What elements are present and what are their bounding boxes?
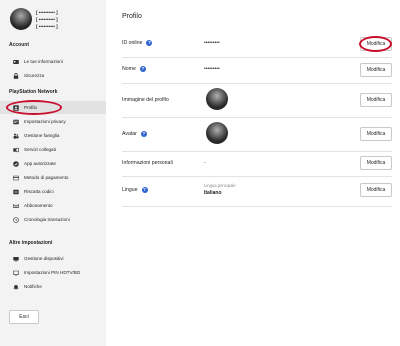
row-label: ID online ? bbox=[122, 40, 153, 46]
divider bbox=[122, 83, 392, 84]
sidebar-item-linked-services[interactable]: Servizi collegati bbox=[0, 143, 106, 156]
profile-icon bbox=[13, 104, 19, 111]
avatar[interactable] bbox=[10, 8, 32, 30]
help-icon[interactable]: ? bbox=[146, 40, 153, 46]
sidebar-item-notifications[interactable]: Notifiche bbox=[0, 280, 106, 293]
help-icon[interactable]: ? bbox=[139, 66, 146, 72]
row-label-text: Avatar bbox=[122, 131, 137, 137]
sidebar-item-label: Riscatta codici bbox=[24, 189, 54, 194]
check-icon bbox=[13, 160, 19, 167]
primary-language-label: Lingua principale bbox=[204, 183, 236, 188]
code-icon bbox=[13, 189, 19, 194]
row-online-id: ID online ? ••••••••• Modifica bbox=[122, 37, 392, 51]
row-label-text: Immagine del profilo bbox=[122, 97, 169, 103]
edit-online-id-button[interactable]: Modifica bbox=[360, 37, 392, 51]
divider bbox=[122, 176, 392, 177]
sidebar-item-label: Metodo di pagamento bbox=[24, 175, 69, 180]
sidebar-item-profile[interactable]: Profilo bbox=[0, 101, 106, 114]
row-label: Nome ? bbox=[122, 66, 146, 72]
row-value: ••••••••• bbox=[204, 40, 220, 46]
user-line: [ •••••••••• ] bbox=[36, 24, 58, 29]
edit-avatar-button[interactable]: Modifica bbox=[360, 127, 392, 141]
edit-languages-button[interactable]: Modifica bbox=[360, 183, 392, 197]
row-label-text: Informazioni personali bbox=[122, 160, 173, 166]
logout-button[interactable]: Esci bbox=[9, 310, 39, 324]
sidebar-item-label: Impostazioni PIN HDTV/BD bbox=[24, 270, 81, 275]
credit-card-icon bbox=[13, 175, 19, 180]
sidebar-item-label: Gestione dispositivi bbox=[24, 256, 64, 261]
user-line: [ •••••••••• ] bbox=[36, 10, 58, 15]
sidebar-item-label: Impostazioni privacy bbox=[24, 119, 66, 124]
history-icon bbox=[13, 216, 19, 223]
divider bbox=[122, 57, 392, 58]
sidebar-item-redeem-codes[interactable]: Riscatta codici bbox=[0, 185, 106, 198]
row-label: Avatar ? bbox=[122, 131, 147, 137]
sidebar-item-authorized-apps[interactable]: App autorizzate bbox=[0, 157, 106, 170]
sidebar-item-your-info[interactable]: Le tue informazioni bbox=[0, 55, 106, 68]
row-label: Lingue ? bbox=[122, 187, 148, 193]
row-value: - bbox=[204, 160, 206, 166]
sidebar-item-label: App autorizzate bbox=[24, 161, 56, 166]
row-name: Nome ? ••••••••• Modifica bbox=[122, 63, 392, 77]
row-label-text: ID online bbox=[122, 40, 143, 46]
profile-image bbox=[206, 88, 228, 110]
sidebar-item-label: Notifiche bbox=[24, 284, 42, 289]
sidebar: [ •••••••••• ] [ •••••••••• ] [ ••••••••… bbox=[0, 0, 106, 346]
row-value: ••••••••• bbox=[204, 66, 220, 72]
lock-icon bbox=[13, 72, 19, 79]
section-header-other: Altre impostazioni bbox=[9, 240, 53, 246]
sidebar-item-payment[interactable]: Metodo di pagamento bbox=[0, 171, 106, 184]
row-languages: Lingue ? Lingua principale Italiano Modi… bbox=[122, 181, 392, 201]
row-label: Immagine del profilo bbox=[122, 97, 169, 103]
sidebar-item-family[interactable]: Gestione famiglia bbox=[0, 129, 106, 142]
sidebar-item-label: Profilo bbox=[24, 105, 38, 110]
sidebar-item-subscription[interactable]: Abbonamento bbox=[0, 199, 106, 212]
section-header-psn: PlayStation Network bbox=[9, 89, 58, 95]
sidebar-item-label: Sicurezza bbox=[24, 73, 45, 78]
tv-icon bbox=[13, 270, 19, 275]
row-label-text: Nome bbox=[122, 66, 136, 72]
row-avatar: Avatar ? Modifica bbox=[122, 122, 392, 146]
bell-icon bbox=[13, 284, 19, 290]
row-label-text: Lingue bbox=[122, 187, 138, 193]
row-personal-info: Informazioni personali - Modifica bbox=[122, 156, 392, 170]
privacy-icon bbox=[13, 119, 19, 124]
page-title: Profilo bbox=[122, 13, 142, 20]
subscription-icon bbox=[13, 203, 19, 208]
link-icon bbox=[13, 147, 19, 152]
sidebar-item-security[interactable]: Sicurezza bbox=[0, 69, 106, 82]
sidebar-item-label: Abbonamento bbox=[24, 203, 53, 208]
help-icon[interactable]: ? bbox=[140, 131, 147, 137]
sidebar-item-label: Le tue informazioni bbox=[24, 59, 63, 64]
help-icon[interactable]: ? bbox=[141, 187, 148, 193]
avatar-image bbox=[206, 122, 228, 144]
edit-profile-image-button[interactable]: Modifica bbox=[360, 93, 392, 107]
divider bbox=[122, 117, 392, 118]
sidebar-item-privacy[interactable]: Impostazioni privacy bbox=[0, 115, 106, 128]
sidebar-item-label: Cronologia transazioni bbox=[24, 217, 70, 222]
user-info: [ •••••••••• ] [ •••••••••• ] [ ••••••••… bbox=[36, 9, 58, 30]
sidebar-item-label: Servizi collegati bbox=[24, 147, 56, 152]
divider bbox=[122, 151, 392, 152]
primary-language-value: Italiano bbox=[204, 190, 222, 196]
user-line: [ •••••••••• ] bbox=[36, 17, 58, 22]
edit-personal-info-button[interactable]: Modifica bbox=[360, 156, 392, 170]
edit-name-button[interactable]: Modifica bbox=[360, 63, 392, 77]
id-card-icon bbox=[13, 59, 19, 64]
device-icon bbox=[13, 256, 19, 261]
divider bbox=[122, 206, 392, 207]
sidebar-item-label: Gestione famiglia bbox=[24, 133, 60, 138]
sidebar-item-devices[interactable]: Gestione dispositivi bbox=[0, 252, 106, 265]
section-header-account: Account bbox=[9, 42, 29, 48]
sidebar-item-pin-settings[interactable]: Impostazioni PIN HDTV/BD bbox=[0, 266, 106, 279]
sidebar-item-transactions[interactable]: Cronologia transazioni bbox=[0, 213, 106, 226]
row-profile-image: Immagine del profilo Modifica bbox=[122, 88, 392, 112]
row-label: Informazioni personali bbox=[122, 160, 173, 166]
family-icon bbox=[13, 133, 19, 139]
